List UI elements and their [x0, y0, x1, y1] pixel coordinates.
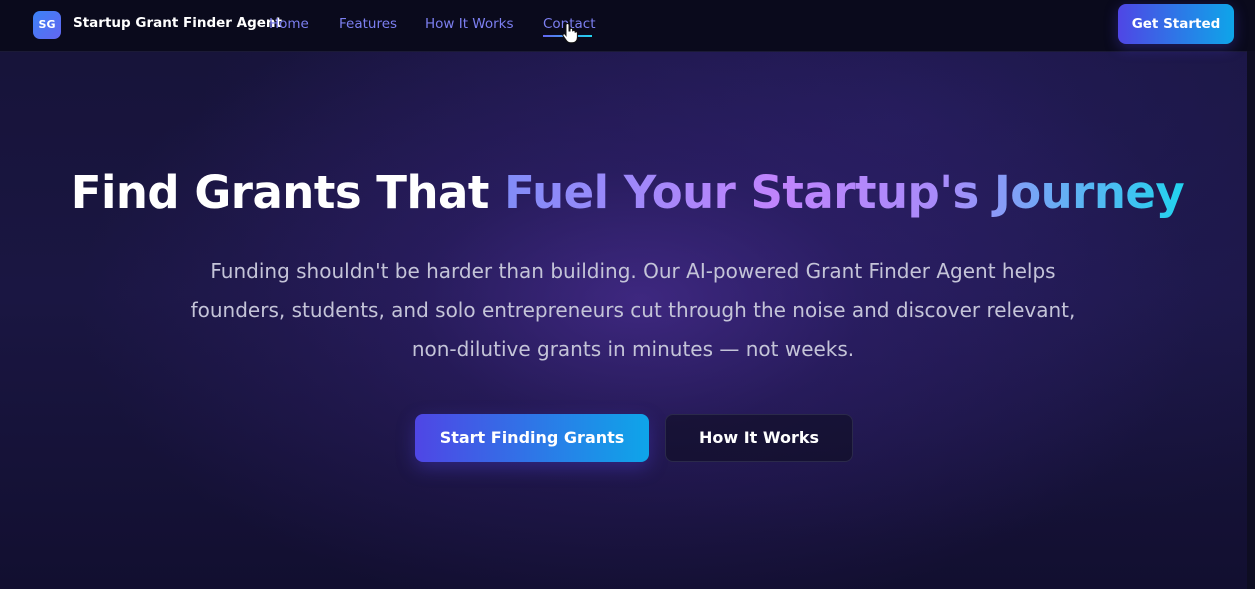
- how-it-works-button[interactable]: How It Works: [665, 414, 853, 462]
- hero-title: Find Grants That Fuel Your Startup's Jou…: [0, 163, 1255, 223]
- hand-pointer-icon: [562, 22, 578, 44]
- nav-link-home[interactable]: Home: [269, 16, 309, 32]
- hero-title-plain: Find Grants That: [70, 166, 505, 219]
- start-finding-grants-button[interactable]: Start Finding Grants: [415, 414, 649, 462]
- top-navbar: SG Startup Grant Finder Agent Home Featu…: [0, 0, 1255, 52]
- page-scrollbar[interactable]: [1247, 51, 1255, 589]
- brand-name[interactable]: Startup Grant Finder Agent: [73, 15, 282, 31]
- hero-title-accent: Fuel Your Startup's Journey: [504, 166, 1185, 219]
- get-started-button[interactable]: Get Started: [1118, 4, 1234, 44]
- nav-link-how-it-works[interactable]: How It Works: [425, 16, 514, 32]
- nav-link-features[interactable]: Features: [339, 16, 397, 32]
- logo-badge[interactable]: SG: [33, 11, 61, 39]
- hero-description: Funding shouldn't be harder than buildin…: [190, 259, 1076, 361]
